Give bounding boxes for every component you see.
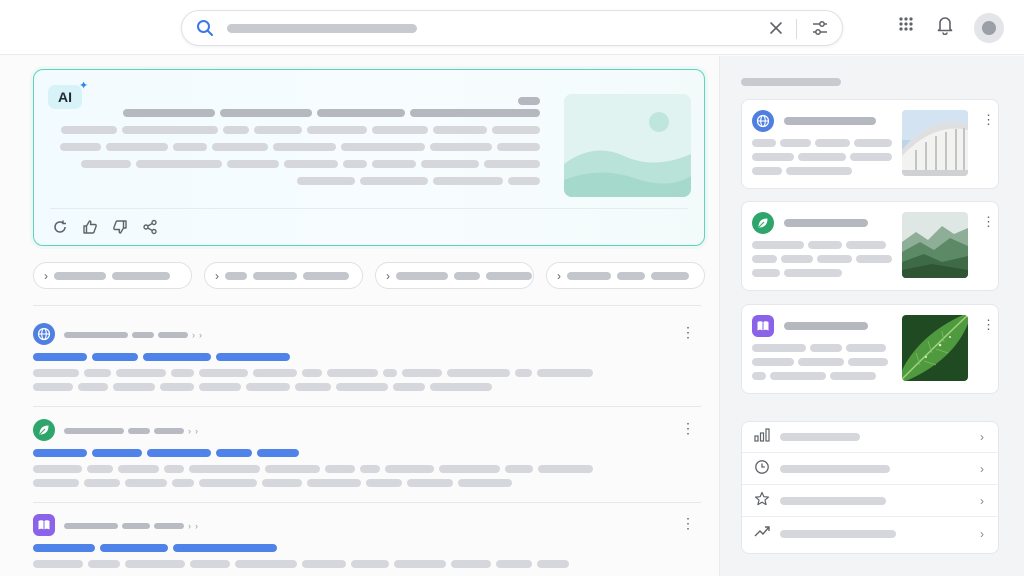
building-photo[interactable]	[902, 110, 968, 176]
mountains-photo[interactable]	[902, 212, 968, 278]
related-chip[interactable]: ›	[204, 262, 363, 289]
result-title[interactable]	[33, 544, 277, 552]
search-divider	[796, 19, 797, 39]
related-chips: › › › ›	[33, 262, 705, 289]
avatar-icon	[982, 21, 996, 35]
globe-icon	[752, 110, 774, 132]
divider	[33, 502, 701, 503]
search-query-placeholder[interactable]	[227, 24, 417, 33]
card-snippet	[752, 139, 892, 181]
right-sidebar: ⋮ ⋮ ⋮ › › › ›	[719, 56, 1024, 576]
leaf-icon	[33, 419, 55, 441]
sidebar-link[interactable]: ›	[742, 454, 998, 485]
apps-grid-icon[interactable]	[898, 16, 914, 37]
related-chip[interactable]: ›	[33, 262, 192, 289]
regenerate-icon[interactable]	[52, 219, 68, 240]
related-chip[interactable]: ›	[375, 262, 534, 289]
filter-icon[interactable]	[811, 20, 829, 41]
search-result[interactable]: › › ⋮	[33, 514, 701, 576]
more-options-icon[interactable]: ⋮	[982, 112, 995, 128]
card-title[interactable]	[784, 322, 868, 330]
ai-overview-card: AI ✦	[33, 69, 705, 246]
card-snippet	[752, 344, 892, 386]
result-url: › ›	[64, 426, 198, 436]
more-options-icon[interactable]: ⋮	[982, 214, 995, 230]
card-snippet	[752, 241, 892, 283]
related-chip[interactable]: ›	[546, 262, 705, 289]
ai-divider	[50, 208, 688, 209]
search-icon[interactable]	[196, 19, 214, 42]
sidebar-link[interactable]: ›	[742, 518, 998, 549]
result-url: › ›	[64, 330, 202, 340]
result-title[interactable]	[33, 449, 299, 457]
chevron-right-icon: ›	[215, 268, 219, 283]
chevron-right-icon: ›	[44, 268, 48, 283]
thumbs-down-icon[interactable]	[112, 219, 128, 240]
chevron-right-icon: ›	[980, 526, 984, 541]
result-snippet	[33, 560, 593, 574]
clear-icon[interactable]	[768, 20, 784, 41]
chevron-right-icon: ›	[980, 494, 984, 508]
ai-actions	[52, 219, 158, 240]
chevron-right-icon: ›	[980, 462, 984, 476]
sidebar-heading	[741, 78, 841, 86]
card-title[interactable]	[784, 117, 876, 125]
divider	[33, 406, 701, 407]
ai-overview-text	[60, 97, 540, 194]
bell-icon[interactable]	[936, 15, 954, 40]
result-url: › ›	[64, 521, 198, 531]
more-options-icon[interactable]: ⋮	[681, 325, 695, 339]
divider	[33, 305, 701, 306]
card-title[interactable]	[784, 219, 868, 227]
clock-icon	[754, 459, 770, 480]
star-icon	[754, 491, 770, 512]
sidebar-card[interactable]: ⋮	[741, 201, 999, 291]
sidebar-card[interactable]: ⋮	[741, 304, 999, 394]
book-icon	[33, 514, 55, 536]
sidebar-link[interactable]: ›	[742, 422, 998, 453]
sparkle-icon: ✦	[79, 80, 89, 92]
leaf-icon	[752, 212, 774, 234]
more-options-icon[interactable]: ⋮	[681, 516, 695, 530]
ai-image-placeholder[interactable]	[564, 94, 691, 197]
sidebar-link[interactable]: ›	[742, 486, 998, 517]
chevron-right-icon: ›	[386, 268, 390, 283]
search-result[interactable]: › › ⋮	[33, 419, 701, 491]
globe-icon	[33, 323, 55, 345]
chevron-right-icon: ›	[980, 430, 984, 444]
result-snippet	[33, 465, 593, 493]
thumbs-up-icon[interactable]	[82, 219, 98, 240]
bar-chart-icon	[754, 427, 770, 447]
sidebar-link-list: › › › ›	[741, 421, 999, 554]
chevron-right-icon: ›	[557, 268, 561, 283]
trending-up-icon	[754, 524, 770, 543]
share-icon[interactable]	[142, 219, 158, 240]
search-box[interactable]	[181, 10, 843, 46]
sidebar-card[interactable]: ⋮	[741, 99, 999, 189]
more-options-icon[interactable]: ⋮	[982, 317, 995, 333]
search-result[interactable]: › › ⋮	[33, 323, 701, 395]
book-icon	[752, 315, 774, 337]
result-snippet	[33, 369, 593, 397]
top-bar	[0, 0, 1024, 55]
result-title[interactable]	[33, 353, 290, 361]
more-options-icon[interactable]: ⋮	[681, 421, 695, 435]
leaf-photo[interactable]	[902, 315, 968, 381]
avatar[interactable]	[974, 13, 1004, 43]
